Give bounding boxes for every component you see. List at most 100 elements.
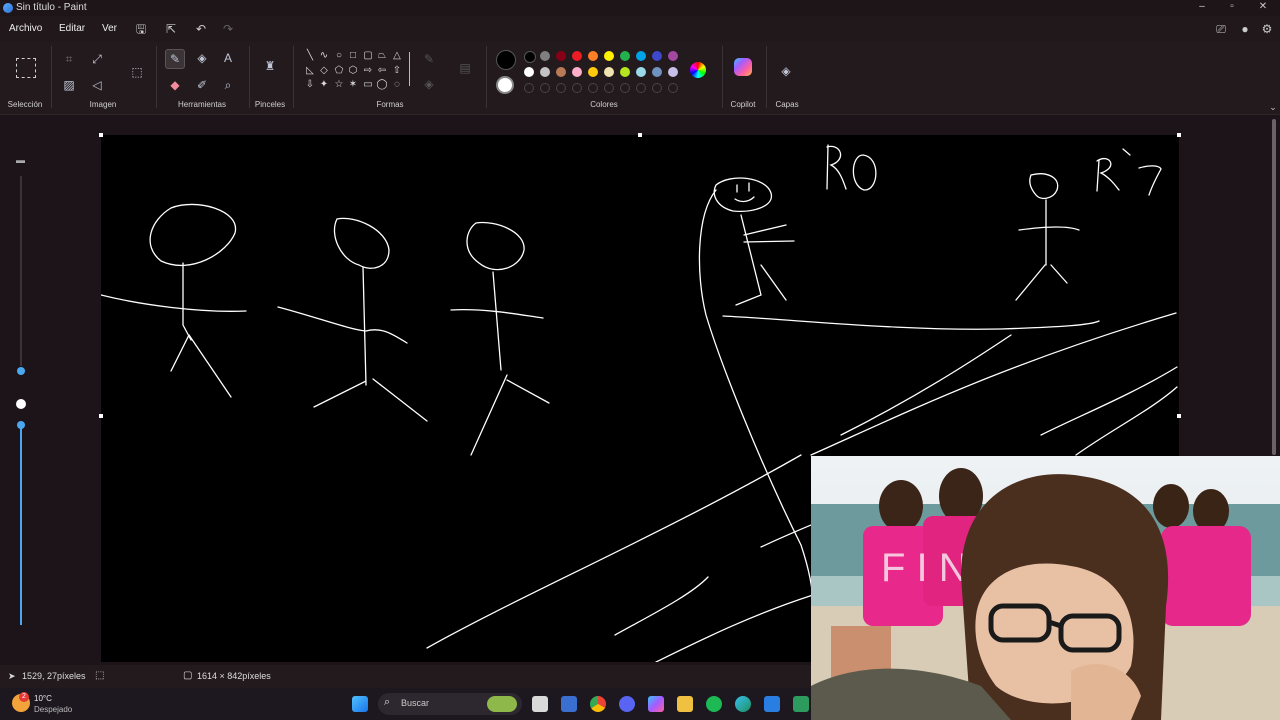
shape-hexagon[interactable]: ⬡ [347,65,359,76]
layers-icon[interactable]: ◈ [777,62,795,80]
vertical-scrollbar[interactable] [1272,119,1276,455]
custom-color-slot[interactable] [652,83,662,93]
shape-triangle[interactable]: △ [391,50,403,61]
canvas-handle-tl[interactable] [99,133,103,137]
shape-star5[interactable]: ☆ [333,79,345,90]
canvas-handle-left[interactable] [99,414,103,418]
settings-icon[interactable]: ⚙ [1259,21,1275,37]
shape-oval[interactable]: ○ [333,50,345,61]
color-swatch[interactable] [604,67,614,77]
shape-arrow-right[interactable]: ⇨ [362,65,374,76]
color-swatch[interactable] [668,67,678,77]
canvas-handle-top[interactable] [638,133,642,137]
task-view-icon[interactable] [532,696,548,712]
color-swatch[interactable] [668,51,678,61]
canvas-handle-right[interactable] [1177,414,1181,418]
opacity-slider-track[interactable] [20,425,22,625]
color-swatch[interactable] [652,67,662,77]
pencil-icon[interactable]: ✎ [165,49,185,69]
color-swatch[interactable] [620,51,630,61]
minimize-icon[interactable]: – [1187,0,1217,16]
chrome-icon[interactable] [590,696,606,712]
custom-color-slot[interactable] [524,83,534,93]
color-swatch[interactable] [524,51,536,63]
opacity-slider-thumb[interactable] [17,421,25,429]
color-picker-icon[interactable]: ✐ [193,76,211,94]
shape-callout-rect[interactable]: ▭ [362,79,374,90]
copilot-icon[interactable] [648,696,664,712]
resize-icon[interactable]: ⤢ [88,50,106,68]
color-swatch[interactable] [572,67,582,77]
shape-diamond[interactable]: ◇ [318,65,330,76]
image-select-icon[interactable]: ▨ [60,76,78,94]
size-slider-track[interactable] [20,176,22,366]
custom-color-slot[interactable] [588,83,598,93]
shape-arrow-up[interactable]: ⇧ [391,65,403,76]
discord-icon[interactable] [619,696,635,712]
image-select-icon[interactable]: ⬚ [128,63,146,81]
crop-icon[interactable]: ⌗ [60,50,78,68]
color-swatch[interactable] [604,51,614,61]
color-swatch[interactable] [524,67,534,77]
redo-icon[interactable]: ↷ [220,21,236,37]
custom-color-slot[interactable] [556,83,566,93]
widgets-icon[interactable] [561,696,577,712]
mail-icon[interactable] [764,696,780,712]
color-swatch[interactable] [572,51,582,61]
close-icon[interactable]: ✕ [1248,0,1278,16]
shapes-scrollbar[interactable] [409,52,410,86]
share-icon[interactable]: ⇱ [163,21,179,37]
color-swatch[interactable] [636,51,646,61]
chevron-down-icon[interactable]: ⌄ [1264,98,1280,116]
primary-color-swatch[interactable] [496,50,516,70]
color-swatch[interactable] [652,51,662,61]
save-icon[interactable]: 🖫 [133,21,149,37]
account-icon[interactable]: ● [1237,21,1253,37]
color-swatch[interactable] [620,67,630,77]
size-slider-thumb[interactable] [17,367,25,375]
text-icon[interactable]: A [219,49,237,67]
color-swatch[interactable] [556,51,566,61]
custom-color-slot[interactable] [636,83,646,93]
shape-arrow-left[interactable]: ⇦ [376,65,388,76]
menu-ver[interactable]: Ver [102,23,117,34]
undo-icon[interactable]: ↶ [193,21,209,37]
secondary-color-swatch[interactable] [496,76,514,94]
custom-color-slot[interactable] [540,83,550,93]
spotify-icon[interactable] [706,696,722,712]
shape-fill-icon[interactable]: ◈ [420,75,438,93]
shape-size-icon[interactable]: ▤ [456,59,474,77]
shape-callout-oval[interactable]: ◯ [376,79,388,90]
shape-right-triangle[interactable]: ◺ [304,65,316,76]
maximize-icon[interactable]: ▫ [1217,0,1247,16]
selection-icon[interactable] [16,58,36,78]
windows-start-icon[interactable] [352,696,368,712]
custom-color-slot[interactable] [620,83,630,93]
shape-pentagon[interactable]: ⬠ [333,65,345,76]
menu-editar[interactable]: Editar [59,23,85,34]
menu-archivo[interactable]: Archivo [9,23,42,34]
feedback-icon[interactable]: ⎚ [1213,21,1229,37]
shape-arrow-down[interactable]: ⇩ [304,79,316,90]
shape-star4[interactable]: ✦ [318,79,330,90]
eraser-icon[interactable]: ◆ [166,76,184,94]
color-swatch[interactable] [540,51,550,61]
copilot-icon[interactable] [734,58,752,76]
color-swatch[interactable] [588,67,598,77]
canvas-handle-tr[interactable] [1177,133,1181,137]
shape-star6[interactable]: ✶ [347,79,359,90]
shape-rounded-rect[interactable]: ▢ [362,50,374,61]
rotate-icon[interactable]: ◁ [88,76,106,94]
magnifier-icon[interactable]: ⌕ [219,76,237,94]
edit-colors-icon[interactable] [690,62,706,78]
search-box[interactable]: ⌕ Buscar [378,693,522,715]
shape-polygon[interactable]: ⏢ [376,50,388,61]
file-explorer-icon[interactable] [677,696,693,712]
shape-outline-icon[interactable]: ✎ [420,50,438,68]
color-swatch[interactable] [636,67,646,77]
color-swatch[interactable] [540,67,550,77]
shape-curve[interactable]: ∿ [318,50,330,61]
custom-color-slot[interactable] [604,83,614,93]
shape-line[interactable]: ╲ [304,50,316,61]
edge-icon[interactable] [735,696,751,712]
